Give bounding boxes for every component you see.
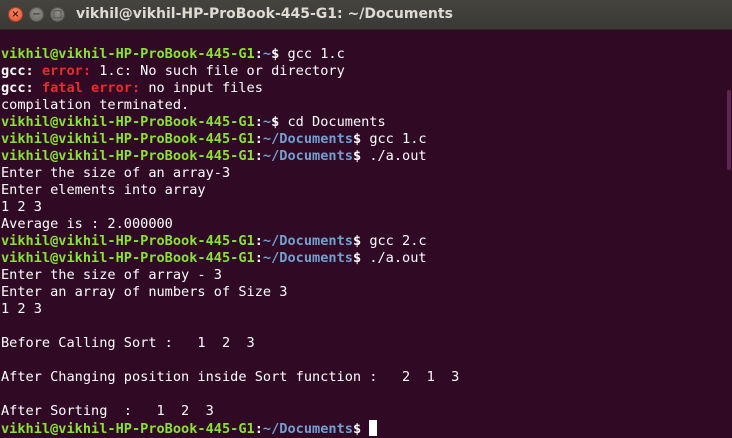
text-cursor[interactable] [369, 420, 378, 436]
prompt-path: ~/Documents [262, 233, 353, 249]
error-source: gcc: [1, 63, 34, 79]
prompt-path: ~/Documents [262, 131, 353, 147]
prompt-user-host: vikhil@vikhil-HP-ProBook-445-G1 [1, 114, 255, 130]
output-line: Before Calling Sort : 1 2 3 [1, 335, 725, 352]
maximize-icon: □ [52, 8, 63, 20]
prompt-path: ~/Documents [262, 250, 353, 266]
terminal-output[interactable]: vikhil@vikhil-HP-ProBook-445-G1:~$ gcc 1… [1, 46, 725, 438]
prompt-user-host: vikhil@vikhil-HP-ProBook-445-G1 [1, 131, 255, 147]
minimize-icon: − [32, 8, 41, 20]
output-line: After Sorting : 1 2 3 [1, 403, 725, 420]
scrollbar-thumb[interactable] [727, 90, 731, 170]
error-kind: error: [41, 63, 92, 79]
output-text: Enter the size of array - 3 [1, 267, 222, 283]
output-line: Average is : 2.000000 [1, 216, 725, 233]
command-text: ./a.out [369, 148, 427, 164]
prompt-line: vikhil@vikhil-HP-ProBook-445-G1:~/Docume… [1, 250, 725, 267]
error-message: no input files [148, 80, 263, 96]
close-icon: × [11, 8, 20, 20]
output-line: 1 2 3 [1, 199, 725, 216]
prompt-line: vikhil@vikhil-HP-ProBook-445-G1:~$ gcc 1… [1, 46, 725, 63]
prompt-separator: : [254, 46, 263, 62]
prompt-separator: : [254, 131, 263, 147]
output-text: 1 2 3 [1, 199, 42, 215]
output-text: Average is : 2.000000 [1, 216, 173, 232]
prompt-user-host: vikhil@vikhil-HP-ProBook-445-G1 [1, 46, 255, 62]
command-text: cd Documents [287, 114, 386, 130]
terminal-window: × − □ vikhil@vikhil-HP-ProBook-445-G1: ~… [0, 0, 732, 438]
command-text: gcc 1.c [369, 131, 427, 147]
maximize-button[interactable]: □ [50, 7, 65, 22]
prompt-separator: : [254, 250, 263, 266]
output-line: 1 2 3 [1, 301, 725, 318]
prompt-line: vikhil@vikhil-HP-ProBook-445-G1:~/Docume… [1, 233, 725, 250]
command-text: gcc 2.c [369, 233, 427, 249]
output-line: compilation terminated. [1, 97, 725, 114]
prompt-path: ~/Documents [262, 148, 353, 164]
prompt-user-host: vikhil@vikhil-HP-ProBook-445-G1 [1, 233, 255, 249]
output-text: After Sorting : 1 2 3 [1, 403, 214, 419]
output-line: Enter elements into array [1, 182, 725, 199]
output-line: Enter an array of numbers of Size 3 [1, 284, 725, 301]
prompt-symbol: $ [271, 46, 288, 62]
prompt-separator: : [254, 233, 263, 249]
prompt-user-host: vikhil@vikhil-HP-ProBook-445-G1 [1, 250, 255, 266]
prompt-user-host: vikhil@vikhil-HP-ProBook-445-G1 [1, 148, 255, 164]
prompt-symbol: $ [352, 131, 370, 147]
prompt-path: ~ [262, 114, 272, 130]
output-text: Enter elements into array [1, 182, 206, 198]
prompt-symbol: $ [352, 233, 370, 249]
close-button[interactable]: × [8, 7, 23, 22]
prompt-line: vikhil@vikhil-HP-ProBook-445-G1:~/Docume… [1, 148, 725, 165]
output-line: Enter the size of an array-3 [1, 165, 725, 182]
prompt-symbol: $ [352, 148, 370, 164]
output-line: After Changing position inside Sort func… [1, 369, 725, 386]
error-kind: fatal error: [41, 80, 141, 96]
output-text: compilation terminated. [1, 97, 190, 113]
prompt-user-host: vikhil@vikhil-HP-ProBook-445-G1 [1, 421, 255, 437]
title-bar[interactable]: × − □ vikhil@vikhil-HP-ProBook-445-G1: ~… [0, 0, 732, 30]
prompt-separator: : [254, 148, 263, 164]
prompt-separator: : [254, 421, 263, 437]
prompt-path: ~/Documents [262, 421, 353, 437]
minimize-button[interactable]: − [29, 7, 44, 22]
output-text: Before Calling Sort : 1 2 3 [1, 335, 255, 351]
error-line: gcc: error: 1.c: No such file or directo… [1, 63, 725, 80]
command-text: ./a.out [369, 250, 427, 266]
prompt-symbol: $ [352, 250, 370, 266]
prompt-line: vikhil@vikhil-HP-ProBook-445-G1:~/Docume… [1, 420, 725, 437]
window-title: vikhil@vikhil-HP-ProBook-445-G1: ~/Docum… [76, 6, 453, 22]
command-text: gcc 1.c [287, 46, 345, 62]
scrollbar[interactable] [726, 30, 732, 438]
prompt-line: vikhil@vikhil-HP-ProBook-445-G1:~/Docume… [1, 131, 725, 148]
output-line: Enter the size of array - 3 [1, 267, 725, 284]
prompt-separator: : [254, 114, 263, 130]
prompt-symbol: $ [271, 114, 288, 130]
error-message: 1.c: No such file or directory [99, 63, 345, 79]
output-text: After Changing position inside Sort func… [1, 369, 460, 385]
prompt-line: vikhil@vikhil-HP-ProBook-445-G1:~$ cd Do… [1, 114, 725, 131]
prompt-symbol: $ [352, 421, 370, 437]
output-text: Enter the size of an array-3 [1, 165, 231, 181]
error-line: gcc: fatal error: no input files [1, 80, 725, 97]
error-source: gcc: [1, 80, 34, 96]
output-text: 1 2 3 [1, 301, 42, 317]
output-text: Enter an array of numbers of Size 3 [1, 284, 288, 300]
prompt-path: ~ [262, 46, 272, 62]
